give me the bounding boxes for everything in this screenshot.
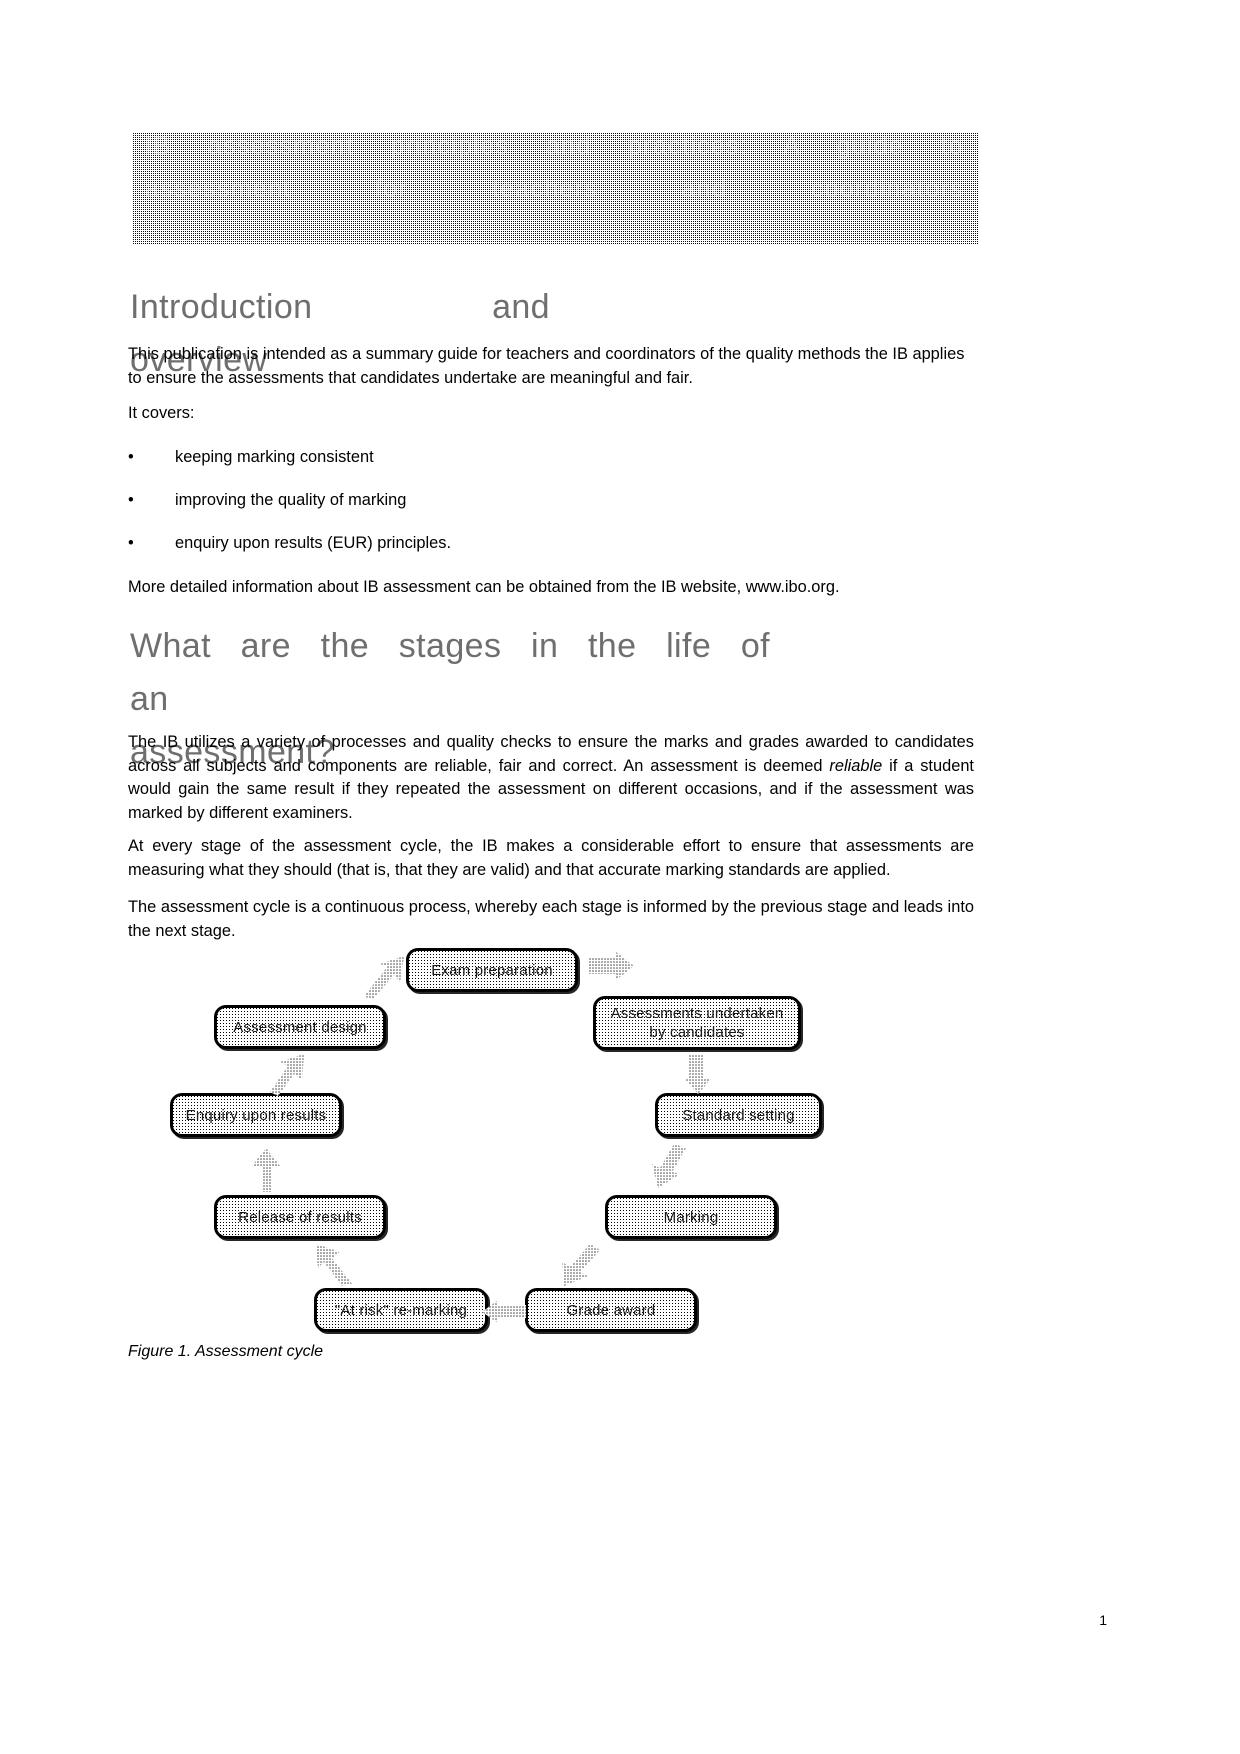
list-item: • enquiry upon results (EUR) principles.: [128, 532, 728, 556]
list-item: • improving the quality of marking: [128, 489, 728, 513]
diagram-node-label: Enquiry upon results: [185, 1106, 327, 1124]
intro-paragraph: This publication is intended as a summar…: [128, 345, 965, 387]
stages-paragraph-1: The IB utilizes a variety of processes a…: [128, 731, 974, 825]
bullet-marker: •: [128, 534, 134, 552]
diagram-node-label: Assessment design: [233, 1018, 367, 1036]
bullet-marker: •: [128, 448, 134, 466]
list-item-label: keeping marking consistent: [175, 448, 374, 466]
arrow-grade-to-atrisk-icon: [480, 1300, 528, 1324]
list-item-label: enquiry upon results (EUR) principles.: [175, 534, 452, 552]
diagram-node-label: Release of results: [238, 1208, 362, 1226]
arrow-standard-to-marking-icon: [648, 1142, 690, 1190]
diagram-node-label: Grade award: [566, 1301, 656, 1319]
more-info-paragraph: More detailed information about IB asses…: [128, 578, 840, 596]
arrow-atrisk-to-release-icon: [314, 1240, 358, 1288]
document-page: IB assessment principles and practices: …: [0, 0, 1240, 1754]
diagram-node-assessments-undertaken[interactable]: Assessments undertaken by candidates: [593, 996, 801, 1050]
diagram-node-standard-setting[interactable]: Standard setting: [655, 1093, 822, 1137]
diagram-node-label: Exam preparation: [431, 961, 553, 979]
diagram-node-at-risk-re-marking[interactable]: "At risk" re-marking: [314, 1288, 488, 1332]
list-item-label: improving the quality of marking: [175, 491, 407, 509]
diagram-node-marking[interactable]: Marking: [605, 1195, 777, 1239]
figure-caption: Figure 1. Assessment cycle: [128, 1343, 324, 1360]
it-covers-label: It covers:: [128, 404, 195, 422]
running-header-banner: IB assessment principles and practices: …: [133, 133, 978, 245]
arrow-release-to-enquiry-icon: [248, 1146, 286, 1194]
assessment-cycle-diagram: Exam preparation Assessments undertaken …: [128, 930, 1028, 1360]
arrow-exam-to-assessments-icon: [586, 952, 636, 998]
stages-paragraph-2: At every stage of the assessment cycle, …: [128, 837, 974, 879]
page-number: 1: [1099, 1612, 1107, 1628]
diagram-node-label: Assessments undertaken by candidates: [610, 1005, 784, 1041]
diagram-node-release-of-results[interactable]: Release of results: [214, 1195, 386, 1239]
section-heading-line-1: What are the stages in the life of an: [130, 627, 770, 718]
diagram-node-label: Standard setting: [682, 1106, 795, 1124]
stages-paragraph-1-italic: reliable: [829, 756, 883, 775]
arrow-assessments-to-standard-icon: [680, 1052, 720, 1096]
bullet-marker: •: [128, 491, 134, 509]
arrow-marking-to-grade-icon: [558, 1242, 602, 1288]
arrow-design-to-exam-icon: [360, 954, 408, 1000]
diagram-node-label: Marking: [663, 1208, 719, 1226]
diagram-node-exam-preparation[interactable]: Exam preparation: [406, 948, 578, 992]
list-item: • keeping marking consistent: [128, 446, 728, 470]
diagram-node-assessment-design[interactable]: Assessment design: [214, 1005, 386, 1049]
diagram-node-grade-award[interactable]: Grade award: [525, 1288, 697, 1332]
arrow-enquiry-to-design-icon: [266, 1052, 308, 1098]
diagram-node-enquiry-upon-results[interactable]: Enquiry upon results: [170, 1093, 342, 1137]
running-header-text: IB assessment principles and practices: …: [145, 133, 964, 203]
diagram-node-label: "At risk" re-marking: [334, 1301, 468, 1319]
